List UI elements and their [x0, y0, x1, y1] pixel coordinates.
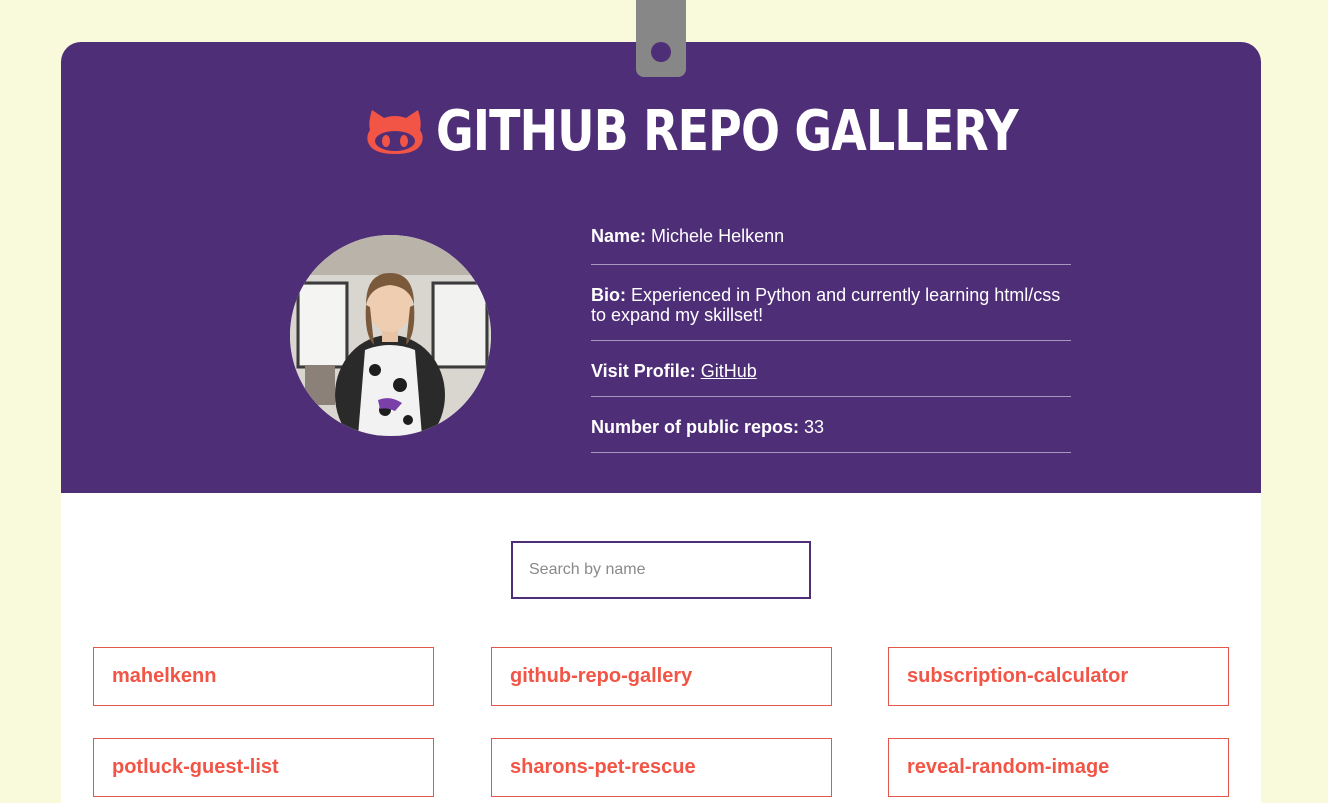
profile-photo: [290, 235, 491, 436]
badge-clip: [636, 0, 686, 77]
github-profile-link[interactable]: GitHub: [701, 361, 757, 381]
bio-label: Bio:: [591, 285, 626, 305]
profile-repos-row: Number of public repos: 33: [591, 413, 1071, 453]
visit-label: Visit Profile:: [591, 361, 696, 381]
repo-card[interactable]: potluck-guest-list: [93, 738, 434, 797]
name-label: Name:: [591, 226, 647, 246]
profile-bio-row: Bio: Experienced in Python and currently…: [591, 281, 1071, 341]
search-input[interactable]: [511, 541, 811, 599]
page-title-text: GITHUB REPO GALLERY: [436, 98, 1019, 164]
repo-section: mahelkenn github-repo-gallery subscripti…: [61, 493, 1261, 803]
profile-visit-row: Visit Profile: GitHub: [591, 357, 1071, 397]
gallery-card: GITHUB REPO GALLERY Name: Michele Helken…: [61, 42, 1261, 803]
github-octocat-icon: [367, 110, 423, 154]
bio-value: Experienced in Python and currently lear…: [591, 285, 1061, 325]
repo-card[interactable]: sharons-pet-rescue: [491, 738, 832, 797]
repo-card[interactable]: mahelkenn: [93, 647, 434, 706]
name-value: Michele Helkenn: [651, 226, 785, 246]
repos-count: 33: [804, 417, 825, 437]
avatar: [290, 235, 491, 436]
profile-info: Name: Michele Helkenn Bio: Experienced i…: [591, 222, 1071, 469]
profile-header: GITHUB REPO GALLERY Name: Michele Helken…: [61, 42, 1261, 493]
repo-card[interactable]: github-repo-gallery: [491, 647, 832, 706]
repo-card[interactable]: subscription-calculator: [888, 647, 1229, 706]
page-title: GITHUB REPO GALLERY: [61, 96, 1261, 166]
badge-clip-hole: [651, 42, 671, 62]
repo-card[interactable]: reveal-random-image: [888, 738, 1229, 797]
repos-label: Number of public repos:: [591, 417, 800, 437]
profile-name-row: Name: Michele Helkenn: [591, 222, 1071, 265]
